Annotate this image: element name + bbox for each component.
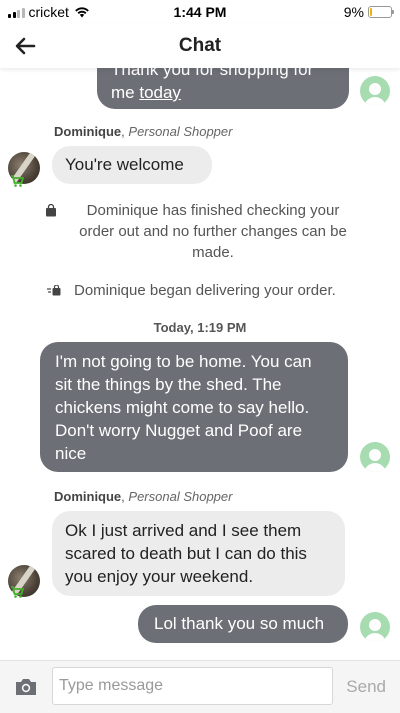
system-message: Dominique began delivering your order. <box>0 280 400 301</box>
sender-label: Dominique, Personal Shopper <box>54 124 233 139</box>
message-line: Ok I just arrived and I see them <box>65 521 302 540</box>
message-bubble-outgoing: Thank you for shopping for me today <box>97 68 349 109</box>
sender-role: Personal Shopper <box>128 124 233 139</box>
message-composer: Send <box>0 660 400 713</box>
status-right: 9% <box>343 4 394 20</box>
sender-label: Dominique, Personal Shopper <box>54 489 233 504</box>
page-title: Chat <box>178 35 222 56</box>
sender-name: Dominique <box>54 124 122 139</box>
timestamp: Today, 1:19 PM <box>153 320 247 335</box>
message-line: me today <box>111 81 335 104</box>
camera-icon[interactable] <box>14 677 38 697</box>
message-text: Lol thank you so much <box>154 614 325 633</box>
chat-thread[interactable]: Thank you for shopping for me today Domi… <box>0 68 400 660</box>
battery-fill <box>370 8 372 16</box>
message-text: me <box>111 83 140 102</box>
system-message: Dominique has finished checking your ord… <box>0 200 400 263</box>
battery-icon <box>368 6 394 18</box>
message-line: Thank you for shopping for <box>111 68 314 79</box>
user-avatar <box>360 442 390 472</box>
system-message-text: Dominique has finished checking your ord… <box>79 202 347 261</box>
message-line: you enjoy your weekend. <box>65 567 254 586</box>
message-line: sit the things by the shed. The <box>55 375 282 394</box>
message-line: Don't worry Nugget and Poof are <box>55 421 303 440</box>
sender-role: Personal Shopper <box>128 489 233 504</box>
chat-header: Chat <box>0 24 400 68</box>
status-time: 1:44 PM <box>173 4 227 20</box>
message-line: I'm not going to be home. You can <box>55 352 312 371</box>
message-bubble-outgoing: Lol thank you so much <box>138 605 348 643</box>
message-input[interactable] <box>52 667 333 705</box>
message-line: nice <box>55 444 87 463</box>
message-text: You're welcome <box>65 155 184 174</box>
user-avatar <box>360 76 390 106</box>
cart-icon <box>11 586 24 598</box>
message-bubble-incoming: Ok I just arrived and I see them scared … <box>52 511 345 596</box>
system-message-text: Dominique began delivering your order. <box>74 282 336 299</box>
battery-percent: 9% <box>343 4 364 20</box>
message-link[interactable]: today <box>139 83 181 102</box>
user-avatar <box>360 612 390 642</box>
status-bar: cricket 1:44 PM 9% <box>0 0 400 24</box>
message-bubble-outgoing: I'm not going to be home. You can sit th… <box>40 342 348 472</box>
send-button[interactable]: Send <box>346 677 386 697</box>
cart-icon <box>11 175 24 187</box>
sender-name: Dominique <box>54 489 122 504</box>
message-line: chickens might come to say hello. <box>55 398 310 417</box>
message-bubble-incoming: You're welcome <box>52 146 212 184</box>
message-line: scared to death but I can do this <box>65 544 307 563</box>
